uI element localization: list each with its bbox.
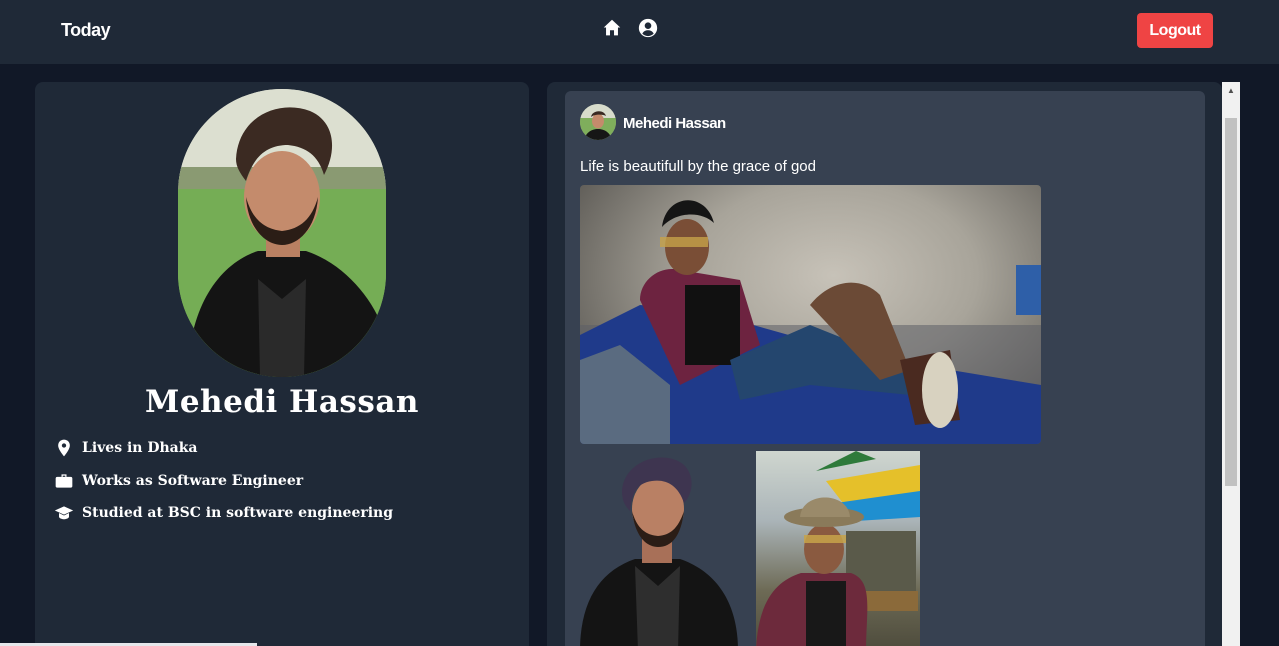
briefcase-icon — [55, 474, 73, 488]
post-author-avatar[interactable] — [580, 104, 616, 140]
profile-name: Mehedi Hassan — [145, 384, 419, 420]
post-photo-secondary-2[interactable] — [756, 451, 920, 646]
feed-panel[interactable]: Mehedi Hassan Life is beautifull by the … — [547, 82, 1222, 646]
navbar: Today Logout — [0, 0, 1279, 64]
nav-icon-group — [601, 17, 659, 39]
info-row-work: Works as Software Engineer — [54, 471, 303, 491]
post-avatar-illustration — [580, 104, 616, 140]
graduation-cap-icon — [54, 506, 74, 520]
feed-scrollbar[interactable]: ▲ — [1222, 82, 1240, 646]
info-education-text: Studied at BSC in software engineering — [82, 505, 394, 521]
post-author-name[interactable]: Mehedi Hassan — [623, 115, 726, 132]
post-photo-secondary-1[interactable] — [580, 451, 738, 646]
logout-button[interactable]: Logout — [1137, 13, 1213, 48]
post-photo-secondary-2-illustration — [756, 451, 920, 646]
post-text: Life is beautifull by the grace of god — [580, 158, 816, 175]
info-row-education: Studied at BSC in software engineering — [54, 503, 393, 523]
scroll-thumb[interactable] — [1225, 118, 1237, 486]
profile-avatar — [178, 89, 386, 377]
info-location-text: Lives in Dhaka — [82, 440, 198, 456]
post-photo-main-illustration — [580, 200, 1041, 444]
profile-photo-illustration — [178, 89, 386, 377]
location-pin-icon — [58, 439, 70, 457]
user-circle-icon[interactable] — [637, 17, 659, 39]
post-photo-main[interactable] — [580, 185, 1041, 444]
post-card: Mehedi Hassan Life is beautifull by the … — [565, 91, 1205, 646]
post-photo-secondary-1-illustration — [580, 457, 738, 646]
profile-card: Mehedi Hassan Lives in Dhaka Works as So… — [35, 82, 529, 646]
info-row-location: Lives in Dhaka — [54, 438, 198, 458]
home-icon[interactable] — [601, 17, 623, 39]
scroll-up-arrow-icon[interactable]: ▲ — [1222, 82, 1240, 99]
brand-logo[interactable]: Today — [61, 20, 111, 41]
info-work-text: Works as Software Engineer — [82, 473, 304, 489]
